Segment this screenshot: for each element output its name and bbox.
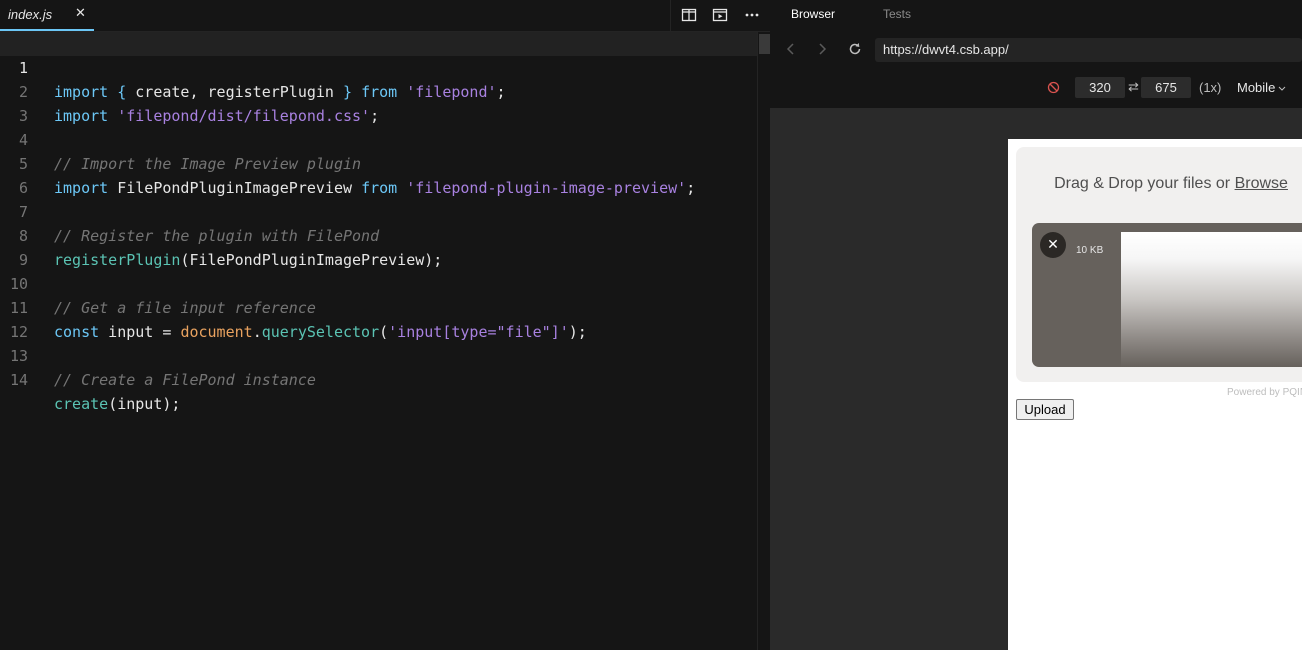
swap-dimensions-icon[interactable]: ⇄ — [1128, 79, 1139, 95]
forward-icon[interactable] — [815, 42, 829, 56]
file-item: ✕ 10 KB — [1032, 223, 1302, 367]
code-line: 5 import FilePondPluginImagePreview from… — [0, 128, 757, 197]
code-comment: // Create a FilePond instance — [54, 371, 316, 389]
code-line: 8 registerPlugin(FilePondPluginImagePrev… — [0, 200, 757, 269]
file-tab-label: index.js — [8, 7, 53, 22]
file-tab-index-js[interactable]: index.js ✕ — [0, 0, 94, 31]
code-line: 7 // Register the plugin with FilePond — [0, 176, 757, 245]
editor-scrollbar[interactable] — [757, 32, 771, 650]
browser-navbar: https://dwvt4.csb.app/ — [770, 30, 1302, 68]
device-stage: Drag & Drop your files or Browse ✕ 10 KB… — [770, 108, 1302, 650]
code-line: 4 // Import the Image Preview plugin — [0, 104, 757, 173]
code-line: 6 — [0, 152, 757, 197]
more-options-icon[interactable] — [744, 7, 760, 23]
browse-link[interactable]: Browse — [1235, 175, 1288, 192]
code-line: 10 // Get a file input reference — [0, 248, 757, 317]
code-line: 3 — [0, 80, 757, 125]
tab-tests[interactable]: Tests — [883, 7, 911, 21]
powered-by-credit[interactable]: Powered by PQINA — [1227, 387, 1302, 398]
code-line: 14 create(input); — [0, 344, 757, 413]
code-text: create(input); — [54, 395, 181, 413]
code-area[interactable]: 1 import { create, registerPlugin } from… — [0, 32, 757, 650]
device-mode-select[interactable]: Mobile — [1237, 80, 1286, 95]
disable-icon[interactable] — [1047, 81, 1060, 94]
url-input[interactable]: https://dwvt4.csb.app/ — [875, 38, 1302, 62]
drop-label: Drag & Drop your files or Browse — [1054, 175, 1288, 192]
code-line: 1 import { create, registerPlugin } from… — [0, 32, 757, 101]
image-preview — [1121, 232, 1302, 367]
code-line: 13 // Create a FilePond instance — [0, 320, 757, 389]
refresh-icon[interactable] — [848, 42, 862, 56]
back-icon[interactable] — [784, 42, 798, 56]
file-size: 10 KB — [1076, 245, 1104, 256]
preview-panel: Browser Tests https://dwvt4.csb.app/ 320… — [770, 0, 1302, 650]
device-height-input[interactable]: 675 — [1141, 77, 1191, 98]
editor-tab-bar: index.js ✕ — [0, 0, 770, 32]
code-line: 12 — [0, 296, 757, 341]
preview-tab-bar: Browser Tests — [770, 0, 1302, 30]
tab-browser[interactable]: Browser — [791, 7, 835, 21]
code-line: 2 import 'filepond/dist/filepond.css'; — [0, 56, 757, 125]
chevron-down-icon — [1278, 86, 1286, 91]
editor-actions — [670, 0, 771, 31]
zoom-level: (1x) — [1199, 80, 1222, 95]
preview-frame: Drag & Drop your files or Browse ✕ 10 KB… — [1008, 139, 1302, 650]
close-tab-icon[interactable]: ✕ — [75, 6, 86, 21]
preview-icon[interactable] — [712, 7, 728, 23]
scrollbar-thumb[interactable] — [759, 34, 770, 54]
filepond-dropzone[interactable]: Drag & Drop your files or Browse ✕ 10 KB — [1016, 147, 1302, 382]
code-editor: index.js ✕ 1 import { create, registerPl… — [0, 0, 771, 650]
remove-file-button[interactable]: ✕ — [1040, 232, 1066, 258]
device-width-input[interactable]: 320 — [1075, 77, 1125, 98]
device-toolbar: 320 ⇄ 675 (1x) Mobile — [770, 68, 1302, 108]
upload-button[interactable]: Upload — [1016, 399, 1074, 420]
line-number: 14 — [9, 371, 28, 389]
split-view-icon[interactable] — [681, 7, 697, 23]
code-line: 9 — [0, 224, 757, 269]
code-line: 11 const input = document.querySelector(… — [0, 272, 757, 341]
